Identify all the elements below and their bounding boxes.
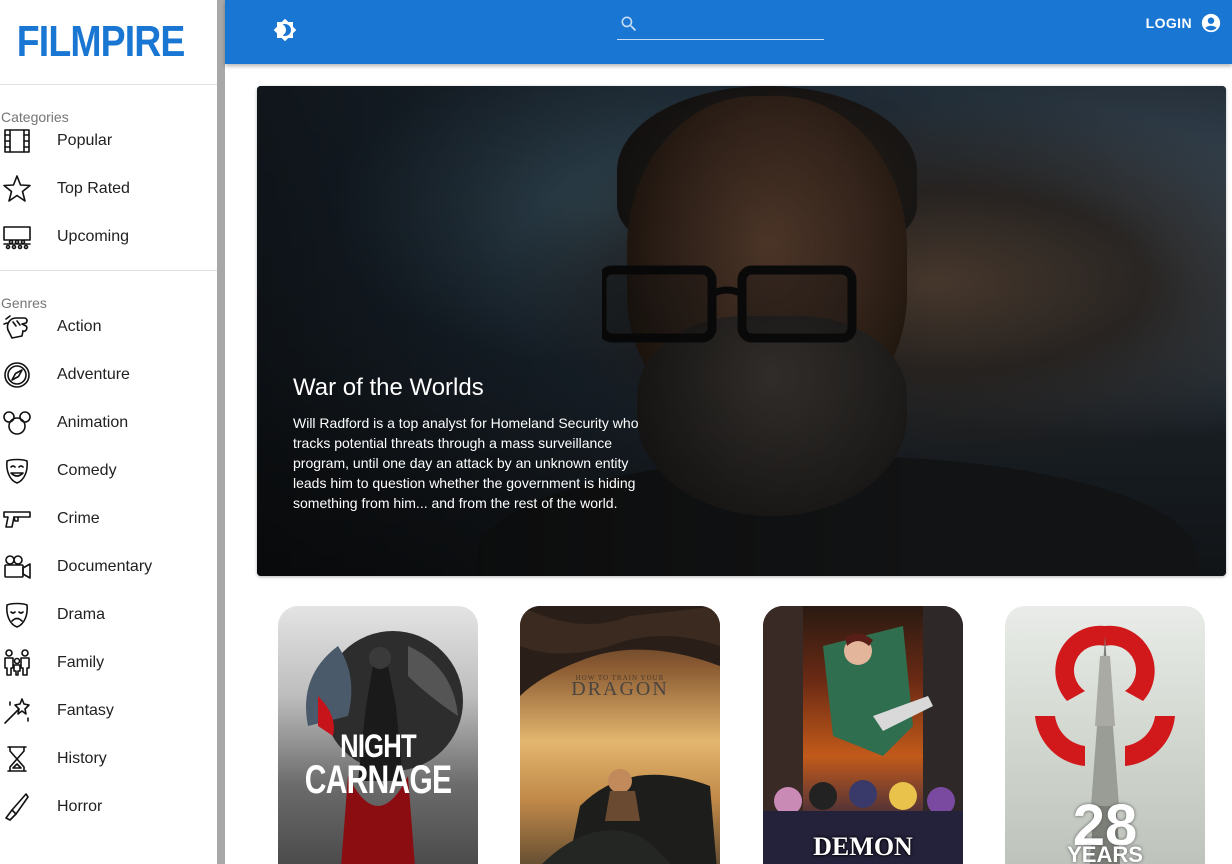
movie-poster: [520, 606, 720, 864]
camera-icon: [1, 551, 33, 583]
sidebar-item-label: Upcoming: [57, 228, 130, 245]
sidebar-item-documentary[interactable]: Documentary: [0, 543, 217, 591]
compass-icon: [1, 359, 33, 391]
sidebar-item-fantasy[interactable]: Fantasy: [0, 687, 217, 735]
sidebar-item-top-rated[interactable]: Top Rated: [0, 165, 217, 213]
login-button[interactable]: LOGIN: [1146, 8, 1222, 38]
featured-movie-card[interactable]: War of the Worlds Will Radford is a top …: [257, 86, 1226, 576]
sidebar-item-label: Popular: [57, 132, 113, 149]
movie-card[interactable]: HOW TO TRAIN YOUR DRAGON: [520, 606, 720, 864]
sidebar: FILMPIRE Categories Popular Top Rated Up…: [0, 0, 217, 864]
categories-list: Popular Top Rated Upcoming: [0, 117, 217, 261]
poster-title-line: DEMON: [813, 832, 913, 861]
star-icon: [1, 173, 33, 205]
magic-wand-icon: [1, 695, 33, 727]
sidebar-item-label: Crime: [57, 510, 100, 527]
sidebar-scrollbar[interactable]: [217, 0, 225, 864]
sidebar-item-family[interactable]: Family: [0, 639, 217, 687]
family-icon: [1, 647, 33, 679]
featured-title: War of the Worlds: [293, 374, 484, 401]
genres-list: Action Adventure Animation Comedy Crime …: [0, 303, 217, 831]
sidebar-item-label: Family: [57, 654, 105, 671]
sidebar-item-animation[interactable]: Animation: [0, 399, 217, 447]
sidebar-item-label: Drama: [57, 606, 106, 623]
comedy-mask-icon: [1, 455, 33, 487]
movie-card[interactable]: 28 YEARS: [1005, 606, 1205, 864]
movie-card[interactable]: DEMON: [763, 606, 963, 864]
app-logo: FILMPIRE: [16, 17, 186, 66]
sidebar-item-drama[interactable]: Drama: [0, 591, 217, 639]
logo-link[interactable]: FILMPIRE: [0, 0, 217, 85]
sidebar-item-upcoming[interactable]: Upcoming: [0, 213, 217, 261]
film-icon: [1, 125, 33, 157]
sidebar-item-history[interactable]: History: [0, 735, 217, 783]
sidebar-item-horror[interactable]: Horror: [0, 783, 217, 831]
movie-card[interactable]: NIGHT CARNAGE: [278, 606, 478, 864]
poster-title-line: YEARS: [1067, 842, 1143, 864]
login-label: LOGIN: [1145, 15, 1192, 31]
search-input[interactable]: [647, 12, 819, 38]
featured-info: War of the Worlds Will Radford is a top …: [293, 373, 643, 513]
mouse-ears-icon: [1, 407, 33, 439]
theater-icon: [1, 221, 33, 253]
gun-icon: [1, 503, 33, 535]
movie-poster: [763, 606, 963, 864]
knife-icon: [1, 791, 33, 823]
account-circle-icon: [1200, 12, 1222, 34]
drama-mask-icon: [1, 599, 33, 631]
sidebar-item-label: Adventure: [57, 366, 130, 383]
sidebar-item-label: Action: [57, 318, 102, 335]
sidebar-item-label: Comedy: [57, 462, 117, 479]
featured-overview: Will Radford is a top analyst for Homela…: [293, 415, 639, 511]
app-root: FILMPIRE Categories Popular Top Rated Up…: [0, 0, 1232, 864]
hourglass-icon: [1, 743, 33, 775]
theme-toggle-button[interactable]: [261, 8, 309, 56]
sidebar-item-label: Documentary: [57, 558, 153, 575]
sidebar-item-popular[interactable]: Popular: [0, 117, 217, 165]
sidebar-item-label: Fantasy: [57, 702, 114, 719]
sidebar-item-label: History: [57, 750, 107, 767]
sidebar-item-crime[interactable]: Crime: [0, 495, 217, 543]
sidebar-item-label: Horror: [57, 798, 103, 815]
sidebar-item-adventure[interactable]: Adventure: [0, 351, 217, 399]
brightness-icon: [273, 18, 297, 47]
fist-icon: [1, 311, 33, 343]
search-icon: [619, 14, 639, 34]
search-field: [617, 10, 824, 40]
sidebar-item-label: Animation: [57, 414, 129, 431]
app-bar: LOGIN: [225, 0, 1232, 64]
poster-title-line: CARNAGE: [304, 758, 452, 802]
sidebar-item-label: Top Rated: [57, 180, 130, 197]
poster-title-line: DRAGON: [571, 678, 669, 700]
sidebar-item-action[interactable]: Action: [0, 303, 217, 351]
sidebar-item-comedy[interactable]: Comedy: [0, 447, 217, 495]
